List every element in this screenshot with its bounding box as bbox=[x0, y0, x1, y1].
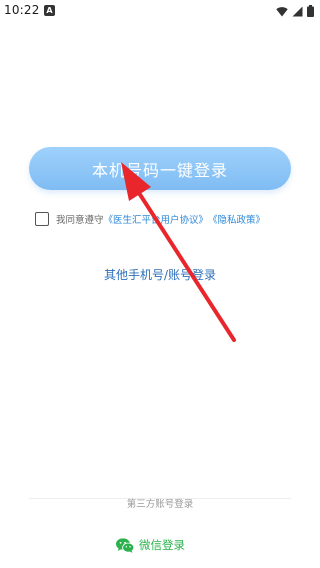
one-click-login-button[interactable]: 本机号码一键登录 bbox=[29, 147, 291, 190]
login-screen: 10:22 A 本机号码一键登录 我同意遵守 《医生汇平台用户协议》 《隐私政策… bbox=[0, 0, 320, 568]
battery-icon bbox=[307, 5, 314, 17]
other-account-login-label: 其他手机号/账号登录 bbox=[103, 268, 217, 282]
agreement-checkbox[interactable] bbox=[35, 212, 49, 226]
wechat-login-label: 微信登录 bbox=[139, 538, 185, 552]
annotation-arrow-overlay bbox=[121, 162, 236, 342]
user-agreement-link[interactable]: 《医生汇平台用户协议》 bbox=[104, 212, 209, 226]
status-icons bbox=[276, 5, 314, 17]
other-account-login-link[interactable]: 其他手机号/账号登录 bbox=[0, 266, 320, 283]
wifi-icon bbox=[276, 6, 288, 16]
wechat-login-button[interactable]: 微信登录 bbox=[116, 536, 185, 554]
third-party-title: 第三方账号登录 bbox=[0, 492, 320, 511]
app-notification-icon: A bbox=[44, 5, 55, 16]
status-time: 10:22 bbox=[4, 3, 40, 17]
one-click-login-label: 本机号码一键登录 bbox=[91, 160, 228, 180]
status-bar: 10:22 A bbox=[0, 0, 320, 24]
wechat-icon bbox=[116, 537, 134, 553]
agreement-prefix-text: 我同意遵守 bbox=[56, 215, 104, 226]
agreement-row: 我同意遵守 《医生汇平台用户协议》 《隐私政策》 bbox=[35, 210, 305, 228]
signal-icon bbox=[292, 6, 303, 16]
privacy-policy-link[interactable]: 《隐私政策》 bbox=[208, 212, 265, 226]
third-party-title-text: 第三方账号登录 bbox=[120, 499, 200, 510]
